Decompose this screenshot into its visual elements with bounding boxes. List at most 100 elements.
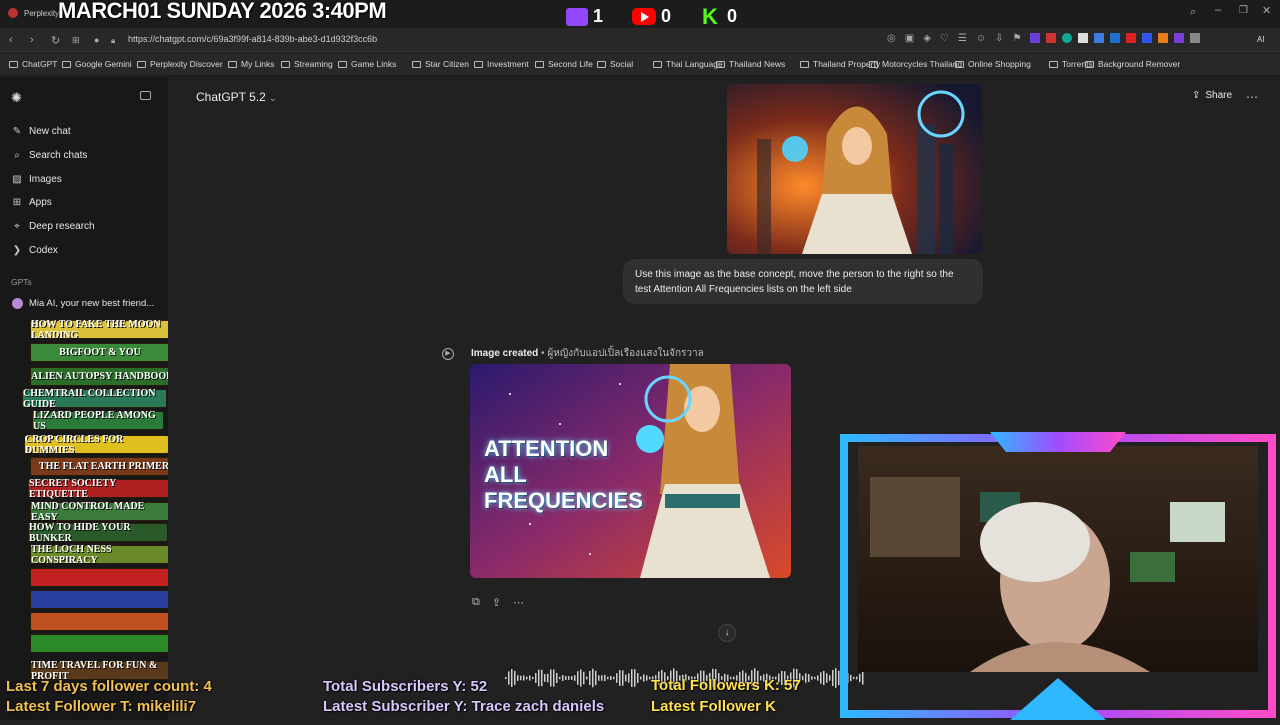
- waveform-bar: [517, 675, 519, 681]
- book-spine: MIND CONTROL MADE EASY: [30, 501, 170, 523]
- minimize-icon[interactable]: –: [1215, 4, 1221, 16]
- list-icon[interactable]: ☰: [958, 33, 967, 44]
- bookmark-icon[interactable]: ⚑: [1012, 33, 1021, 44]
- ext-purple-icon[interactable]: [1174, 33, 1184, 43]
- gpts-heading: GPTs: [11, 277, 32, 287]
- bookmark-label: My Links: [241, 59, 275, 69]
- bookmark-item[interactable]: Perplexity Discover: [137, 59, 223, 69]
- folder-icon: [62, 60, 71, 68]
- waveform-bar: [631, 669, 633, 687]
- bookmark-item[interactable]: Background Remover: [1085, 59, 1180, 69]
- twitch-icon: [566, 7, 588, 26]
- previous-image[interactable]: [727, 84, 982, 254]
- more-options-icon[interactable]: ⋯: [1246, 90, 1258, 104]
- bookmarks-bar: ChatGPT Google Gemini Perplexity Discover M…: [0, 54, 1280, 76]
- ai-button[interactable]: AI: [1257, 35, 1265, 44]
- sidebar-item-label: Apps: [29, 197, 52, 208]
- ext-puzzle-icon[interactable]: [1190, 33, 1200, 43]
- bookmark-label: Perplexity Discover: [150, 59, 223, 69]
- total-subscribers-youtube: Total Subscribers Y: 52: [323, 678, 488, 695]
- waveform-bar: [619, 670, 621, 686]
- waveform-bar: [622, 670, 624, 686]
- bookmark-item[interactable]: My Links: [228, 59, 275, 69]
- openai-logo-icon[interactable]: ✺: [11, 90, 22, 106]
- more-actions-icon[interactable]: ⋯: [513, 596, 524, 609]
- bookmark-label: Social: [610, 59, 634, 69]
- bookmark-item[interactable]: Google Gemini: [62, 59, 132, 69]
- gpt-item-label: Mia AI, your new best friend...: [29, 298, 155, 309]
- mic-icon[interactable]: ●: [94, 35, 99, 45]
- ext-translate-icon[interactable]: [1094, 33, 1104, 43]
- waveform-bar: [610, 675, 612, 681]
- ext-warning-icon[interactable]: [1158, 33, 1168, 43]
- bookmark-item[interactable]: Online Shopping: [955, 59, 1031, 69]
- ext-green-icon[interactable]: [1062, 33, 1072, 43]
- url-field[interactable]: https://chatgpt.com/c/69a3f99f-a814-839b…: [128, 34, 377, 44]
- ext-yt-icon[interactable]: [1126, 33, 1136, 43]
- bookmark-item[interactable]: Thai Language: [653, 59, 723, 69]
- waveform-bar: [820, 672, 822, 684]
- shield-icon[interactable]: ◈: [923, 33, 931, 44]
- bookmark-item[interactable]: Star Citizen: [412, 59, 469, 69]
- waveform-bar: [562, 674, 564, 682]
- camera-icon[interactable]: ▣: [905, 33, 914, 44]
- share-image-icon[interactable]: ⇪: [492, 596, 501, 609]
- latest-follower-kick: Latest Follower K: [651, 698, 777, 715]
- ext-grid-icon[interactable]: [1030, 33, 1040, 43]
- generated-image[interactable]: ATTENTION ALL FREQUENCIES: [470, 364, 791, 578]
- sidebar-item-apps[interactable]: ⊞ Apps: [12, 197, 52, 208]
- folder-icon: [955, 60, 964, 68]
- ext-layers-icon[interactable]: [1078, 33, 1088, 43]
- sidebar-toggle-icon[interactable]: [140, 91, 151, 100]
- waveform-bar: [586, 676, 588, 680]
- folder-icon: [800, 60, 809, 68]
- book-spine-plain: [30, 612, 186, 631]
- search-tabs-icon[interactable]: ⌕: [1190, 6, 1196, 19]
- kick-icon: K: [702, 3, 718, 29]
- reload-icon[interactable]: ↻: [51, 34, 60, 47]
- bookmark-label: Google Gemini: [75, 59, 132, 69]
- bookmark-item[interactable]: Second Life: [535, 59, 593, 69]
- share-button[interactable]: ⇪ Share: [1192, 90, 1232, 101]
- bookmark-item[interactable]: Social: [597, 59, 633, 69]
- gpt-item-mia[interactable]: Mia AI, your new best friend...: [12, 298, 154, 309]
- bookmark-item[interactable]: Game Links: [338, 59, 396, 69]
- ext-blue-icon[interactable]: [1142, 33, 1152, 43]
- tab-title[interactable]: Perplexity: [24, 9, 59, 18]
- bookmark-item[interactable]: Investment: [474, 59, 529, 69]
- ext-shield-icon[interactable]: [1110, 33, 1120, 43]
- profile-icon[interactable]: ☺: [976, 33, 986, 44]
- sidebar-item-new-chat[interactable]: ✎ New chat: [12, 126, 71, 137]
- sidebar-item-search-chats[interactable]: ⌕ Search chats: [12, 150, 87, 161]
- heart-icon[interactable]: ♡: [940, 33, 949, 44]
- sidebar-item-label: Images: [29, 174, 62, 185]
- pencil-icon: ✎: [12, 125, 22, 137]
- forward-icon[interactable]: ›: [30, 34, 34, 46]
- folder-icon: [9, 60, 18, 68]
- close-icon[interactable]: ✕: [1262, 4, 1271, 17]
- bookmark-item[interactable]: Thailand News: [716, 59, 785, 69]
- extension-icon[interactable]: ◎: [887, 33, 896, 44]
- ext-red-icon[interactable]: [1046, 33, 1056, 43]
- bookmark-item[interactable]: Streaming: [281, 59, 333, 69]
- copy-icon[interactable]: ⧉: [472, 596, 480, 609]
- sidebar-item-codex[interactable]: ❯ Codex: [12, 245, 58, 256]
- bookmark-item[interactable]: ChatGPT: [9, 59, 57, 69]
- scroll-down-icon[interactable]: ↓: [718, 624, 736, 642]
- waveform-bar: [832, 669, 834, 687]
- address-bar-actions: ◎ ▣ ◈ ♡ ☰ ☺ ⇩ ⚑: [887, 33, 1021, 44]
- waveform-bar: [526, 676, 528, 680]
- waveform-bar: [607, 676, 609, 680]
- play-icon[interactable]: ▶: [442, 348, 454, 360]
- maximize-icon[interactable]: ❐: [1239, 5, 1248, 16]
- tabs-overview-icon[interactable]: ⊞: [72, 35, 80, 46]
- download-icon[interactable]: ⇩: [995, 33, 1003, 44]
- waveform-bar: [559, 676, 561, 680]
- back-icon[interactable]: ‹: [9, 34, 13, 46]
- bookmark-item[interactable]: Motorcycles Thailand: [869, 59, 962, 69]
- waveform-bar: [538, 669, 540, 687]
- sidebar-item-images[interactable]: ▨ Images: [12, 174, 62, 185]
- waveform-bar: [634, 669, 636, 687]
- model-selector[interactable]: ChatGPT 5.2 ⌄: [196, 90, 277, 104]
- sidebar-item-deep-research[interactable]: ⌖ Deep research: [12, 221, 94, 232]
